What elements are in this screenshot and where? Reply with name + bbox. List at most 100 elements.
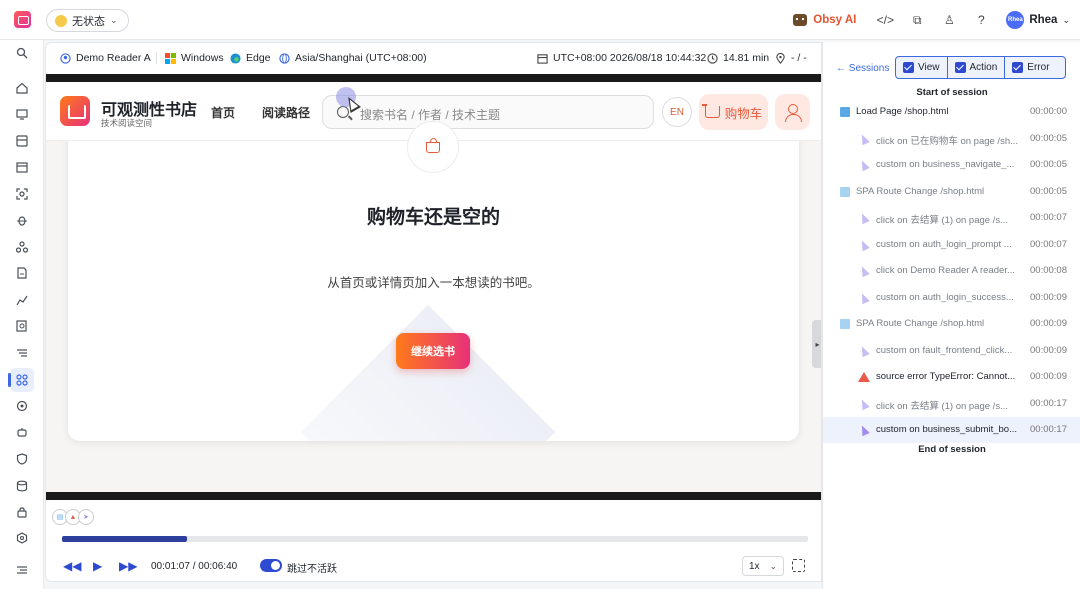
event-row[interactable]: click on 已在购物车 on page /sh... 00:00:05 <box>823 126 1080 152</box>
code-icon[interactable]: </> <box>874 9 896 31</box>
event-row[interactable]: custom on auth_login_success... 00:00:09 <box>823 285 1080 311</box>
file-icon[interactable] <box>10 261 34 285</box>
calendar-icon[interactable] <box>10 155 34 179</box>
playback-progress-bar[interactable] <box>62 536 808 542</box>
event-row[interactable]: click on Demo Reader A reader... 00:00:08 <box>823 258 1080 284</box>
shield-icon[interactable] <box>10 447 34 471</box>
page-view-icon <box>840 319 850 329</box>
skip-inactive-label: 跳过不活跃 <box>287 564 337 575</box>
collapse-panel-handle[interactable]: ▸ <box>812 320 821 368</box>
monitor-icon[interactable] <box>10 102 34 126</box>
context-location-label: - / - <box>791 52 807 64</box>
event-text: click on 已在购物车 on page /sh... <box>876 135 1019 147</box>
nav-home[interactable]: 首页 <box>211 104 235 121</box>
search-icon[interactable] <box>10 41 34 65</box>
target-icon[interactable] <box>10 394 34 418</box>
cart-label: 购物车 <box>724 106 763 121</box>
filter-view[interactable]: View <box>896 57 948 78</box>
event-row[interactable]: SPA Route Change /shop.html 00:00:09 <box>823 311 1080 337</box>
shop-search-input[interactable]: 搜索书名 / 作者 / 技术主题 <box>322 95 654 129</box>
context-browser-label: Edge <box>246 52 271 64</box>
fast-forward-icon[interactable]: ▶▶ <box>119 559 137 573</box>
profile-button[interactable] <box>775 94 810 130</box>
language-toggle-button[interactable]: EN <box>662 97 692 127</box>
globe-icon <box>279 52 290 64</box>
context-duration: 14.81 min <box>707 52 769 64</box>
checkbox-checked-icon <box>903 62 914 73</box>
speed-select[interactable]: 1x ⌄ <box>742 556 784 576</box>
session-end-label: End of session <box>918 444 986 455</box>
event-text: source error TypeError: Cannot... <box>876 371 1016 382</box>
event-row[interactable]: source error TypeError: Cannot... 00:00:0… <box>823 364 1080 390</box>
cart-button[interactable]: 购物车 <box>699 94 768 130</box>
status-dropdown[interactable]: 无状态 ⌄ <box>46 9 129 32</box>
app-logo-icon[interactable] <box>14 11 31 28</box>
event-time: 00:00:09 <box>1030 344 1067 356</box>
database-icon[interactable] <box>10 474 34 498</box>
speed-value: 1x <box>749 560 760 572</box>
play-icon[interactable]: ▶ <box>93 559 102 573</box>
filter-error[interactable]: Error <box>1005 57 1056 78</box>
location-pin-icon <box>776 52 785 64</box>
help-icon[interactable]: ? <box>970 9 992 31</box>
filter-list-icon[interactable] <box>10 341 34 365</box>
event-row[interactable]: custom on fault_frontend_click... 00:00:0… <box>823 338 1080 364</box>
edge-icon <box>230 52 241 64</box>
scan-icon[interactable] <box>10 182 34 206</box>
event-row[interactable]: custom on business_navigate_... 00:00:05 <box>823 152 1080 178</box>
event-text: click on 去结算 (1) on page /s... <box>876 400 1008 412</box>
nav-reading-path[interactable]: 阅读路径 <box>262 104 310 121</box>
event-row[interactable]: custom on auth_login_prompt ... 00:00:07 <box>823 232 1080 258</box>
home-icon[interactable] <box>10 76 34 100</box>
user-menu[interactable]: Rhea Rhea ⌄ <box>1006 11 1070 29</box>
filter-view-label: View <box>918 62 940 73</box>
robot-icon <box>793 14 808 26</box>
dashboard-icon[interactable] <box>10 129 34 153</box>
back-to-sessions-link[interactable]: ← Sessions <box>836 63 889 74</box>
event-time: 00:00:07 <box>1030 238 1067 250</box>
clock-icon <box>707 52 718 64</box>
rewind-icon[interactable]: ◀◀ <box>63 559 81 573</box>
filter-error-label: Error <box>1027 62 1050 73</box>
book-logo-icon[interactable] <box>60 96 90 126</box>
event-row[interactable]: custom on business_submit_bo... 00:00:17 <box>823 417 1080 443</box>
action-marker-icon[interactable]: ➤ <box>78 509 94 525</box>
replay-viewport[interactable]: 购物车还是空的 从首页或详情页加入一本想读的书吧。 继续选书 可观测性书店 技术… <box>46 74 821 500</box>
lock-icon[interactable] <box>10 500 34 524</box>
nodes-icon[interactable] <box>10 235 34 259</box>
account-icon[interactable]: ♙ <box>938 9 960 31</box>
filter-action-label: Action <box>969 62 998 73</box>
event-row[interactable]: click on 去结算 (1) on page /s... 00:00:17 <box>823 391 1080 417</box>
event-time: 00:00:17 <box>1030 397 1067 409</box>
event-text: click on 去结算 (1) on page /s... <box>876 215 1008 226</box>
report-search-icon[interactable] <box>10 314 34 338</box>
error-warning-icon <box>858 372 870 382</box>
context-datetime-label: UTC+08:00 2026/08/18 10:44:32 <box>553 52 707 64</box>
obsy-ai-label: Obsy AI <box>813 14 857 26</box>
checkbox-checked-icon <box>954 62 966 73</box>
continue-shopping-button[interactable]: 继续选书 <box>396 333 470 369</box>
fullscreen-icon[interactable] <box>792 559 805 572</box>
bug-icon[interactable] <box>10 208 34 232</box>
event-text: custom on fault_frontend_click... <box>876 344 1013 356</box>
person-icon <box>784 104 802 122</box>
event-row[interactable]: Load Page /shop.html 00:00:00 <box>823 99 1080 125</box>
robot-sidebar-icon[interactable] <box>10 421 34 445</box>
event-markers: ▤ ▲ ➤ <box>52 509 94 525</box>
skip-inactive-toggle[interactable] <box>260 559 282 572</box>
session-replay-icon[interactable] <box>8 368 34 392</box>
user-circle-icon <box>60 52 71 64</box>
screen-share-icon[interactable]: ⧉ <box>906 9 928 31</box>
playback-progress-fill <box>62 536 188 542</box>
event-row[interactable]: click on 去结算 (1) on page /s... 00:00:07 <box>823 205 1080 231</box>
chart-icon[interactable] <box>10 288 34 312</box>
event-row[interactable]: SPA Route Change /shop.html 00:00:05 <box>823 179 1080 205</box>
event-time: 00:00:05 <box>1030 185 1067 197</box>
settings-icon[interactable] <box>10 526 34 550</box>
context-os: Windows <box>165 52 224 64</box>
event-time: 00:00:09 <box>1030 371 1067 382</box>
divider <box>156 52 157 64</box>
obsy-ai-button[interactable]: Obsy AI <box>793 14 856 26</box>
collapse-sidebar-icon[interactable] <box>10 558 34 582</box>
filter-action[interactable]: Action <box>948 57 1006 78</box>
